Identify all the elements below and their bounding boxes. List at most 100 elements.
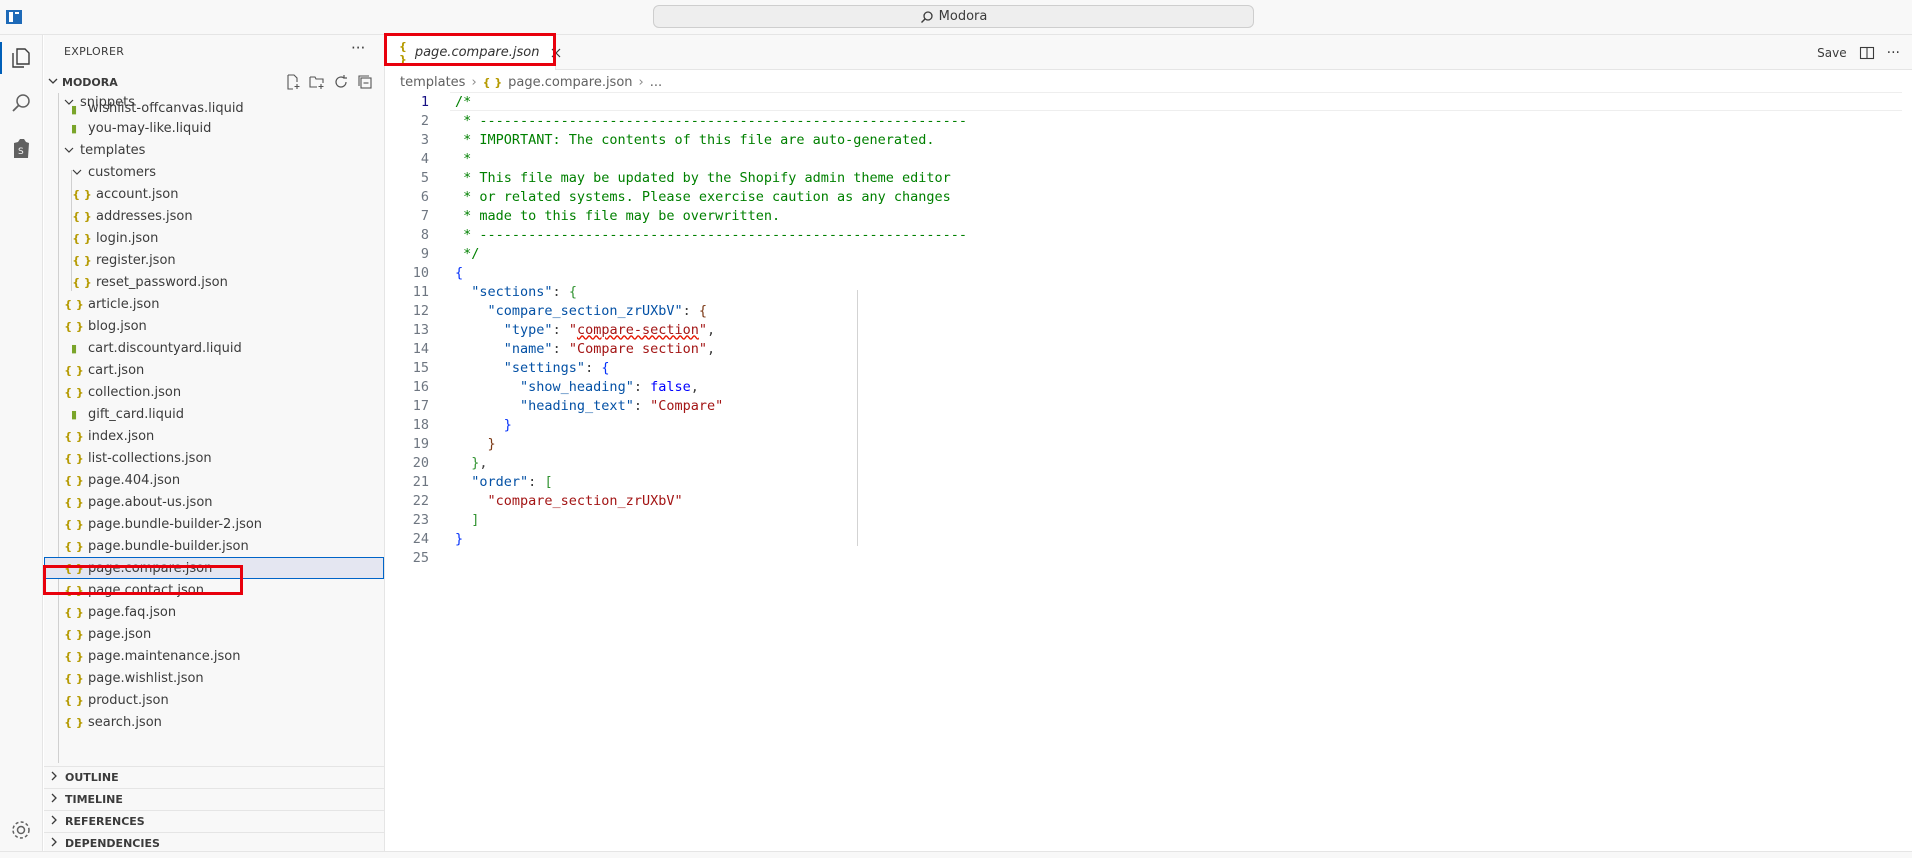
app-logo-icon: [6, 9, 22, 24]
files-icon[interactable]: [0, 42, 34, 74]
json-file-icon: { }: [64, 715, 84, 729]
json-file-icon: { }: [64, 605, 84, 619]
code-line: 17 "heading_text": "Compare": [412, 397, 724, 414]
timeline-section[interactable]: TIMELINE: [44, 788, 384, 810]
json-file-icon: { }: [64, 495, 84, 509]
tree-file[interactable]: ▮ cart.discountyard.liquid: [44, 337, 384, 359]
title-bar: Modora: [0, 0, 1912, 35]
json-file-icon: { }: [64, 693, 84, 707]
json-file-icon: { }: [72, 275, 92, 289]
settings-gear-icon[interactable]: [8, 817, 34, 843]
json-file-icon: { }: [64, 319, 84, 333]
project-name: MODORA: [62, 75, 118, 89]
tree-file[interactable]: { } search.json: [44, 711, 384, 733]
breadcrumb-templates[interactable]: templates: [400, 75, 465, 90]
close-icon[interactable]: [551, 45, 561, 61]
activity-bar: S: [0, 35, 43, 857]
tree-folder-templates[interactable]: templates: [44, 139, 384, 161]
tree-file[interactable]: { } page.contact.json: [44, 579, 384, 601]
new-folder-icon[interactable]: [308, 73, 326, 91]
tree-file-selected[interactable]: { } page.compare.json: [44, 557, 384, 579]
code-line: 24}: [412, 530, 464, 547]
code-line: 23 ]: [412, 511, 480, 528]
tree-file[interactable]: { } page.json: [44, 623, 384, 645]
tree-file[interactable]: { } blog.json: [44, 315, 384, 337]
tree-file[interactable]: { } product.json: [44, 689, 384, 711]
tree-file[interactable]: { } login.json: [44, 227, 384, 249]
command-center-search[interactable]: Modora: [653, 5, 1254, 28]
json-file-icon: { }: [482, 75, 503, 89]
tree-folder-customers[interactable]: customers: [44, 161, 384, 183]
save-button[interactable]: Save: [1817, 46, 1846, 60]
new-file-icon[interactable]: [284, 73, 302, 91]
code-line: 19 }: [412, 435, 496, 452]
more-actions-icon[interactable]: ···: [1887, 45, 1900, 61]
shopify-icon[interactable]: S: [8, 135, 34, 161]
code-line: 6 * or related systems. Please exercise …: [420, 188, 951, 205]
tree-file[interactable]: { } page.bundle-builder-2.json: [44, 513, 384, 535]
tree-file[interactable]: { } page.wishlist.json: [44, 667, 384, 689]
code-line: 4 *: [420, 150, 472, 167]
code-line: 21 "order": [: [412, 473, 553, 490]
chevron-right-icon: [50, 815, 59, 828]
breadcrumb-symbols[interactable]: ...: [650, 75, 662, 90]
tree-file[interactable]: { } page.faq.json: [44, 601, 384, 623]
code-line: 22 "compare_section_zrUXbV": [412, 492, 683, 509]
code-line: 3 * IMPORTANT: The contents of this file…: [420, 131, 935, 148]
tree-file[interactable]: { } register.json: [44, 249, 384, 271]
json-file-icon: { }: [72, 209, 92, 223]
code-line: 15 "settings": {: [412, 359, 610, 376]
code-line: 9 */: [420, 245, 480, 262]
refresh-icon[interactable]: [332, 73, 350, 91]
tree-file[interactable]: { } addresses.json: [44, 205, 384, 227]
liquid-file-icon: ▮: [70, 121, 78, 135]
tree-file[interactable]: { } cart.json: [44, 359, 384, 381]
tab-page-compare-json[interactable]: { } page.compare.json: [385, 35, 561, 70]
json-file-icon: { }: [64, 429, 84, 443]
tree-file[interactable]: { } page.about-us.json: [44, 491, 384, 513]
json-file-icon: { }: [72, 253, 92, 267]
json-file-icon: { }: [64, 561, 84, 575]
references-section[interactable]: REFERENCES: [44, 810, 384, 832]
json-file-icon: { }: [64, 671, 84, 685]
svg-text:S: S: [18, 147, 24, 157]
tab-label: page.compare.json: [414, 45, 540, 60]
tree-file[interactable]: { } article.json: [44, 293, 384, 315]
code-editor[interactable]: 1/* 2 * --------------------------------…: [385, 92, 1905, 566]
json-file-icon: { }: [64, 627, 84, 641]
search-icon: [920, 10, 933, 23]
chevron-down-icon: [48, 76, 58, 89]
more-actions-icon[interactable]: ···: [351, 39, 365, 57]
tree-file[interactable]: { } reset_password.json: [44, 271, 384, 293]
tree-file[interactable]: { } page.404.json: [44, 469, 384, 491]
project-header[interactable]: MODORA: [44, 71, 384, 93]
json-file-icon: { }: [64, 649, 84, 663]
json-file-icon: { }: [399, 39, 407, 66]
code-line: 11 "sections": {: [412, 283, 577, 300]
tree-file[interactable]: ▮ wishlist-offcanvas.liquid: [44, 102, 384, 116]
code-line: 1/*: [420, 93, 472, 110]
tree-file[interactable]: { } account.json: [44, 183, 384, 205]
json-file-icon: { }: [64, 583, 84, 597]
json-file-icon: { }: [72, 187, 92, 201]
code-line: 2 * ------------------------------------…: [420, 112, 968, 129]
tree-file[interactable]: { } page.bundle-builder.json: [44, 535, 384, 557]
chevron-right-icon: [50, 837, 59, 850]
code-line: 25: [412, 549, 429, 566]
liquid-file-icon: ▮: [70, 103, 78, 116]
tree-file[interactable]: { } list-collections.json: [44, 447, 384, 469]
split-editor-icon[interactable]: [1859, 45, 1875, 61]
tree-file[interactable]: { } index.json: [44, 425, 384, 447]
code-line: 14 "name": "Compare section",: [412, 340, 716, 357]
outline-section[interactable]: OUTLINE: [44, 766, 384, 788]
tree-file[interactable]: ▮ gift_card.liquid: [44, 403, 384, 425]
tree-file[interactable]: { } collection.json: [44, 381, 384, 403]
search-icon[interactable]: [8, 90, 34, 116]
breadcrumb-file[interactable]: page.compare.json: [508, 75, 632, 90]
chevron-right-icon: [50, 793, 59, 806]
code-line: 12 "compare_section_zrUXbV": {: [412, 302, 707, 319]
collapse-all-icon[interactable]: [356, 73, 374, 91]
tree-file[interactable]: { } page.maintenance.json: [44, 645, 384, 667]
json-file-icon: { }: [64, 517, 84, 531]
tree-file[interactable]: ▮ you-may-like.liquid: [44, 117, 384, 139]
